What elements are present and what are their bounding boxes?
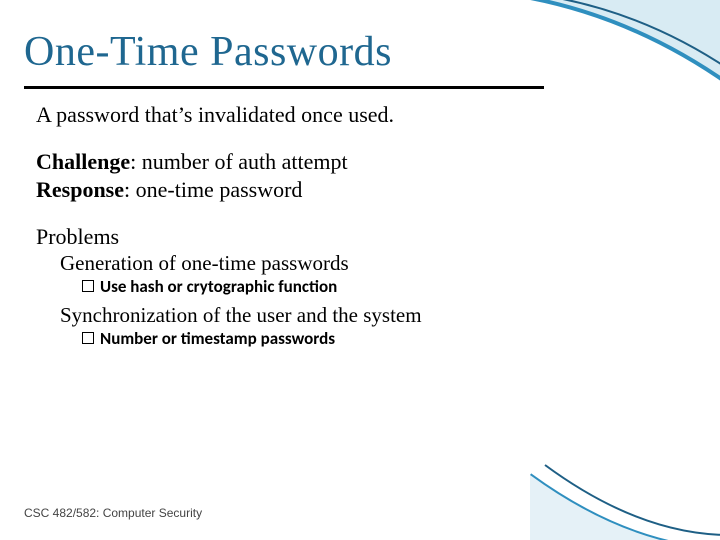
intro-text: A password that’s invalidated once used. bbox=[36, 102, 676, 127]
problem-1: Generation of one-time passwords bbox=[60, 251, 676, 275]
challenge-line: Challenge: number of auth attempt bbox=[36, 149, 676, 174]
problem-2-detail-text: Number or timestamp passwords bbox=[100, 328, 335, 349]
challenge-label: Challenge bbox=[36, 149, 130, 174]
problem-2: Synchronization of the user and the syst… bbox=[60, 303, 676, 327]
slide-title: One-Time Passwords bbox=[24, 28, 392, 76]
problem-1-detail: Use hash or crytographic function bbox=[82, 277, 676, 297]
slide-footer: CSC 482/582: Computer Security bbox=[24, 506, 202, 520]
challenge-text: : number of auth attempt bbox=[130, 149, 348, 174]
top-right-swoosh bbox=[470, 0, 720, 110]
checkbox-icon bbox=[82, 280, 94, 292]
problem-1-detail-text: Use hash or crytographic function bbox=[100, 276, 337, 297]
response-label: Response bbox=[36, 177, 124, 202]
checkbox-icon bbox=[82, 332, 94, 344]
slide-body: A password that’s invalidated once used.… bbox=[36, 102, 676, 355]
problems-heading: Problems bbox=[36, 224, 676, 249]
response-line: Response: one-time password bbox=[36, 177, 676, 202]
slide: One-Time Passwords A password that’s inv… bbox=[0, 0, 720, 540]
title-underline bbox=[24, 86, 544, 89]
response-text: : one-time password bbox=[124, 177, 302, 202]
bottom-right-swoosh bbox=[530, 430, 720, 540]
problem-2-detail: Number or timestamp passwords bbox=[82, 329, 676, 349]
